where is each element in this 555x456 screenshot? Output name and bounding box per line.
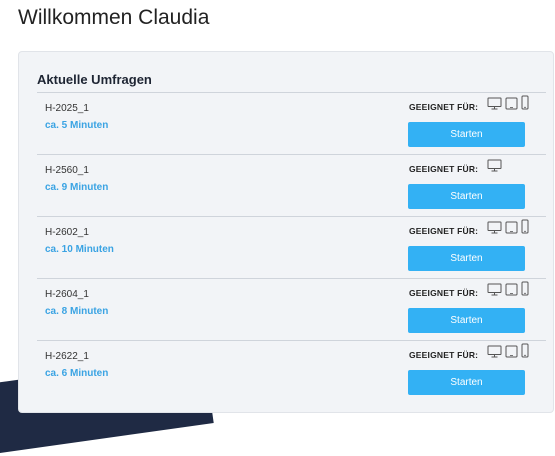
device-icons	[487, 95, 529, 115]
tablet-icon	[505, 283, 518, 301]
welcome-heading: Willkommen Claudia	[18, 6, 210, 29]
survey-row: H-2025_1 ca. 5 Minuten GEEIGNET FÜR: Starte…	[37, 92, 546, 154]
survey-id: H-2602_1	[45, 227, 89, 238]
surveys-card: Aktuelle Umfragen H-2025_1 ca. 5 Minuten G…	[18, 51, 554, 413]
tablet-icon	[505, 97, 518, 115]
survey-id: H-2604_1	[45, 289, 89, 300]
survey-id: H-2025_1	[45, 103, 89, 114]
survey-row: H-2602_1 ca. 10 Minuten GEEIGNET FÜR: Start…	[37, 216, 546, 278]
device-icons	[487, 343, 529, 363]
tablet-icon	[505, 345, 518, 363]
start-survey-button[interactable]: Starten	[408, 122, 525, 147]
survey-list: H-2025_1 ca. 5 Minuten GEEIGNET FÜR: Starte…	[37, 92, 546, 402]
survey-row: H-2622_1 ca. 6 Minuten GEEIGNET FÜR: Starte…	[37, 340, 546, 402]
surveys-title: Aktuelle Umfragen	[37, 72, 152, 87]
survey-id: H-2560_1	[45, 165, 89, 176]
survey-duration: ca. 5 Minuten	[45, 120, 109, 131]
phone-icon	[521, 95, 529, 115]
desktop-icon	[487, 283, 502, 301]
survey-row: H-2560_1 ca. 9 Minuten GEEIGNET FÜR: Starte…	[37, 154, 546, 216]
survey-row: H-2604_1 ca. 8 Minuten GEEIGNET FÜR: Starte…	[37, 278, 546, 340]
phone-icon	[521, 343, 529, 363]
desktop-icon	[487, 159, 502, 177]
survey-duration: ca. 10 Minuten	[45, 244, 114, 255]
survey-id: H-2622_1	[45, 351, 89, 362]
desktop-icon	[487, 97, 502, 115]
survey-duration: ca. 6 Minuten	[45, 368, 109, 379]
suitable-for-label: GEEIGNET FÜR:	[409, 288, 479, 298]
suitable-for-label: GEEIGNET FÜR:	[409, 164, 479, 174]
device-icons	[487, 159, 502, 177]
start-survey-button[interactable]: Starten	[408, 246, 525, 271]
survey-duration: ca. 9 Minuten	[45, 182, 109, 193]
suitable-for-label: GEEIGNET FÜR:	[409, 350, 479, 360]
start-survey-button[interactable]: Starten	[408, 308, 525, 333]
tablet-icon	[505, 221, 518, 239]
phone-icon	[521, 219, 529, 239]
survey-duration: ca. 8 Minuten	[45, 306, 109, 317]
start-survey-button[interactable]: Starten	[408, 370, 525, 395]
device-icons	[487, 219, 529, 239]
desktop-icon	[487, 345, 502, 363]
desktop-icon	[487, 221, 502, 239]
suitable-for-label: GEEIGNET FÜR:	[409, 102, 479, 112]
phone-icon	[521, 281, 529, 301]
start-survey-button[interactable]: Starten	[408, 184, 525, 209]
suitable-for-label: GEEIGNET FÜR:	[409, 226, 479, 236]
device-icons	[487, 281, 529, 301]
